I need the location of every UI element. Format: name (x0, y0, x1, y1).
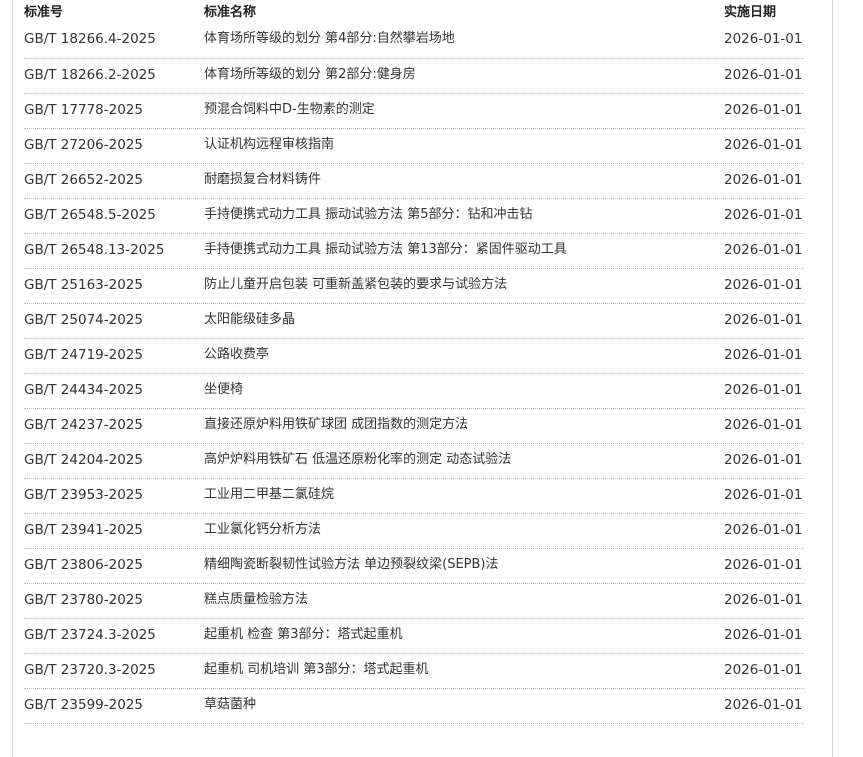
standard-name-link[interactable]: 工业用二甲基二氯硅烷 (204, 486, 334, 504)
standard-name-link[interactable]: 直接还原炉料用铁矿球团 成团指数的测定方法 (204, 416, 468, 434)
standard-name-link[interactable]: 防止儿童开启包装 可重新盖紧包装的要求与试验方法 (204, 276, 507, 294)
standard-number-cell: GB/T 18266.2-2025 (24, 67, 156, 83)
standard-name-link[interactable]: 糕点质量检验方法 (204, 591, 308, 609)
table-row[interactable]: GB/T 18266.4-2025 体育场所等级的划分 第4部分:自然攀岩场地 20… (24, 24, 804, 59)
table-header: 标准号 标准名称 实施日期 (24, 0, 804, 24)
standard-number-cell: GB/T 26548.13-2025 (24, 242, 165, 258)
implementation-date-cell: 2026-01-01 (724, 31, 803, 47)
table-row[interactable]: GB/T 23953-2025 工业用二甲基二氯硅烷 2026-01-01 (24, 479, 804, 514)
table-row[interactable]: GB/T 23720.3-2025 起重机 司机培训 第3部分：塔式起重机 2026… (24, 654, 804, 689)
table-row[interactable]: GB/T 24434-2025 坐便椅 2026-01-01 (24, 374, 804, 409)
implementation-date-cell: 2026-01-01 (724, 172, 803, 188)
table-row[interactable]: GB/T 23806-2025 精细陶瓷断裂韧性试验方法 单边预裂纹梁(SEPB)… (24, 549, 804, 584)
standard-name-link[interactable]: 起重机 检查 第3部分：塔式起重机 (204, 626, 403, 644)
implementation-date-cell: 2026-01-01 (724, 137, 803, 153)
table-row[interactable]: GB/T 25074-2025 太阳能级硅多晶 2026-01-01 (24, 304, 804, 339)
standard-number-cell: GB/T 23720.3-2025 (24, 662, 156, 678)
standard-name-link[interactable]: 太阳能级硅多晶 (204, 311, 295, 329)
standards-table: 标准号 标准名称 实施日期 GB/T 18266.4-2025 体育场所等级的划分… (24, 0, 804, 724)
standard-number-cell: GB/T 17778-2025 (24, 102, 143, 118)
implementation-date-cell: 2026-01-01 (724, 627, 803, 643)
implementation-date-cell: 2026-01-01 (724, 697, 803, 713)
standard-name-link[interactable]: 公路收费亭 (204, 346, 269, 364)
implementation-date-cell: 2026-01-01 (724, 207, 803, 223)
implementation-date-cell: 2026-01-01 (724, 382, 803, 398)
implementation-date-cell: 2026-01-01 (724, 662, 803, 678)
standard-name-link[interactable]: 耐磨损复合材料铸件 (204, 171, 321, 189)
header-standard-name: 标准名称 (204, 5, 257, 20)
table-row[interactable]: GB/T 26652-2025 耐磨损复合材料铸件 2026-01-01 (24, 164, 804, 199)
standard-name-link[interactable]: 草菇菌种 (204, 696, 256, 714)
table-row[interactable]: GB/T 24237-2025 直接还原炉料用铁矿球团 成团指数的测定方法 2026… (24, 409, 804, 444)
standard-number-cell: GB/T 24719-2025 (24, 347, 143, 363)
table-row[interactable]: GB/T 26548.5-2025 手持便携式动力工具 振动试验方法 第5部分：钻… (24, 199, 804, 234)
implementation-date-cell: 2026-01-01 (724, 67, 803, 83)
standard-number-cell: GB/T 23724.3-2025 (24, 627, 156, 643)
implementation-date-cell: 2026-01-01 (724, 347, 803, 363)
standard-number-cell: GB/T 23599-2025 (24, 697, 143, 713)
implementation-date-cell: 2026-01-01 (724, 277, 803, 293)
standard-name-link[interactable]: 体育场所等级的划分 第4部分:自然攀岩场地 (204, 30, 455, 48)
standard-name-link[interactable]: 高炉炉料用铁矿石 低温还原粉化率的测定 动态试验法 (204, 451, 511, 469)
standard-number-cell: GB/T 24204-2025 (24, 452, 143, 468)
table-row[interactable]: GB/T 23941-2025 工业氯化钙分析方法 2026-01-01 (24, 514, 804, 549)
standard-number-cell: GB/T 23780-2025 (24, 592, 143, 608)
standard-number-cell: GB/T 26652-2025 (24, 172, 143, 188)
standard-name-link[interactable]: 体育场所等级的划分 第2部分:健身房 (204, 66, 416, 84)
standard-name-link[interactable]: 手持便携式动力工具 振动试验方法 第5部分：钻和冲击钻 (204, 206, 533, 224)
implementation-date-cell: 2026-01-01 (724, 522, 803, 538)
standard-number-cell: GB/T 18266.4-2025 (24, 31, 156, 47)
implementation-date-cell: 2026-01-01 (724, 557, 803, 573)
standard-name-link[interactable]: 工业氯化钙分析方法 (204, 521, 321, 539)
standard-number-cell: GB/T 26548.5-2025 (24, 207, 156, 223)
standard-name-link[interactable]: 起重机 司机培训 第3部分：塔式起重机 (204, 661, 429, 679)
table-row[interactable]: GB/T 23780-2025 糕点质量检验方法 2026-01-01 (24, 584, 804, 619)
standard-name-link[interactable]: 精细陶瓷断裂韧性试验方法 单边预裂纹梁(SEPB)法 (204, 556, 499, 574)
header-standard-number: 标准号 (24, 5, 64, 20)
standard-number-cell: GB/T 23941-2025 (24, 522, 143, 538)
implementation-date-cell: 2026-01-01 (724, 487, 803, 503)
table-row[interactable]: GB/T 26548.13-2025 手持便携式动力工具 振动试验方法 第13部分… (24, 234, 804, 269)
table-row[interactable]: GB/T 23599-2025 草菇菌种 2026-01-01 (24, 689, 804, 724)
standard-number-cell: GB/T 24434-2025 (24, 382, 143, 398)
implementation-date-cell: 2026-01-01 (724, 452, 803, 468)
standard-number-cell: GB/T 24237-2025 (24, 417, 143, 433)
table-body: GB/T 18266.4-2025 体育场所等级的划分 第4部分:自然攀岩场地 20… (24, 24, 804, 724)
standard-number-cell: GB/T 25163-2025 (24, 277, 143, 293)
table-row[interactable]: GB/T 17778-2025 预混合饲料中D-生物素的测定 2026-01-01 (24, 94, 804, 129)
implementation-date-cell: 2026-01-01 (724, 312, 803, 328)
table-row[interactable]: GB/T 24204-2025 高炉炉料用铁矿石 低温还原粉化率的测定 动态试验法… (24, 444, 804, 479)
standard-name-link[interactable]: 预混合饲料中D-生物素的测定 (204, 101, 375, 119)
header-implementation-date: 实施日期 (724, 5, 777, 20)
table-row[interactable]: GB/T 18266.2-2025 体育场所等级的划分 第2部分:健身房 2026-… (24, 59, 804, 94)
standard-number-cell: GB/T 23953-2025 (24, 487, 143, 503)
table-row[interactable]: GB/T 24719-2025 公路收费亭 2026-01-01 (24, 339, 804, 374)
implementation-date-cell: 2026-01-01 (724, 417, 803, 433)
standard-name-link[interactable]: 坐便椅 (204, 381, 243, 399)
implementation-date-cell: 2026-01-01 (724, 592, 803, 608)
implementation-date-cell: 2026-01-01 (724, 102, 803, 118)
standard-name-link[interactable]: 认证机构远程审核指南 (204, 136, 334, 154)
standard-number-cell: GB/T 27206-2025 (24, 137, 143, 153)
implementation-date-cell: 2026-01-01 (724, 242, 803, 258)
standard-name-link[interactable]: 手持便携式动力工具 振动试验方法 第13部分：紧固件驱动工具 (204, 241, 567, 259)
table-row[interactable]: GB/T 27206-2025 认证机构远程审核指南 2026-01-01 (24, 129, 804, 164)
standard-number-cell: GB/T 25074-2025 (24, 312, 143, 328)
table-row[interactable]: GB/T 25163-2025 防止儿童开启包装 可重新盖紧包装的要求与试验方法 2… (24, 269, 804, 304)
standard-number-cell: GB/T 23806-2025 (24, 557, 143, 573)
table-row[interactable]: GB/T 23724.3-2025 起重机 检查 第3部分：塔式起重机 2026-0… (24, 619, 804, 654)
